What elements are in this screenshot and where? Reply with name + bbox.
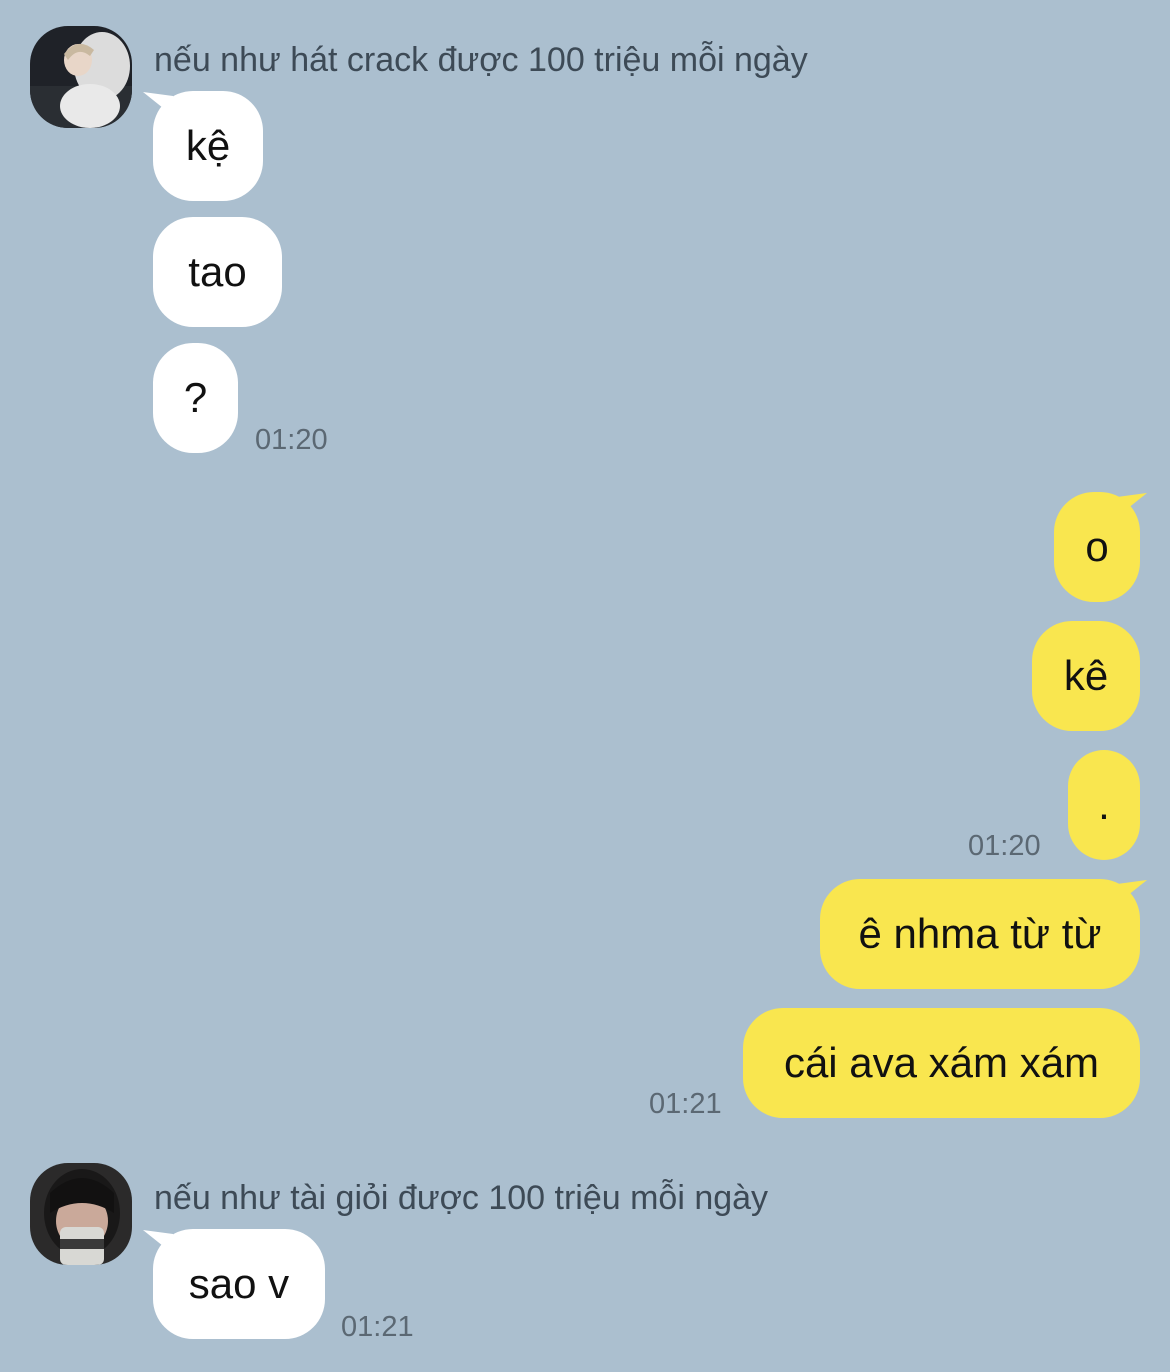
message-bubble[interactable]: kệ xyxy=(153,91,263,201)
message-bubble[interactable]: ? xyxy=(153,343,238,453)
message-timestamp: 01:21 xyxy=(649,1088,722,1120)
message-bubble[interactable]: cái ava xám xám xyxy=(743,1008,1140,1118)
message-bubble[interactable]: . xyxy=(1068,750,1140,860)
message-timestamp: 01:21 xyxy=(341,1311,414,1343)
sender-name: nếu như hát crack được 100 triệu mỗi ngà… xyxy=(154,41,808,79)
avatar-photo-icon xyxy=(30,26,132,128)
sender-name: nếu như tài giỏi được 100 triệu mỗi ngày xyxy=(154,1179,769,1217)
message-bubble[interactable]: tao xyxy=(153,217,282,327)
message-bubble[interactable]: o xyxy=(1054,492,1140,602)
avatar-photo-icon xyxy=(30,1163,132,1265)
message-timestamp: 01:20 xyxy=(255,424,328,456)
message-timestamp: 01:20 xyxy=(968,830,1041,862)
message-bubble[interactable]: sao v xyxy=(153,1229,325,1339)
sender-avatar[interactable] xyxy=(30,1163,132,1265)
message-bubble[interactable]: kê xyxy=(1032,621,1140,731)
sender-avatar[interactable] xyxy=(30,26,132,128)
message-bubble[interactable]: ê nhma từ từ xyxy=(820,879,1140,989)
